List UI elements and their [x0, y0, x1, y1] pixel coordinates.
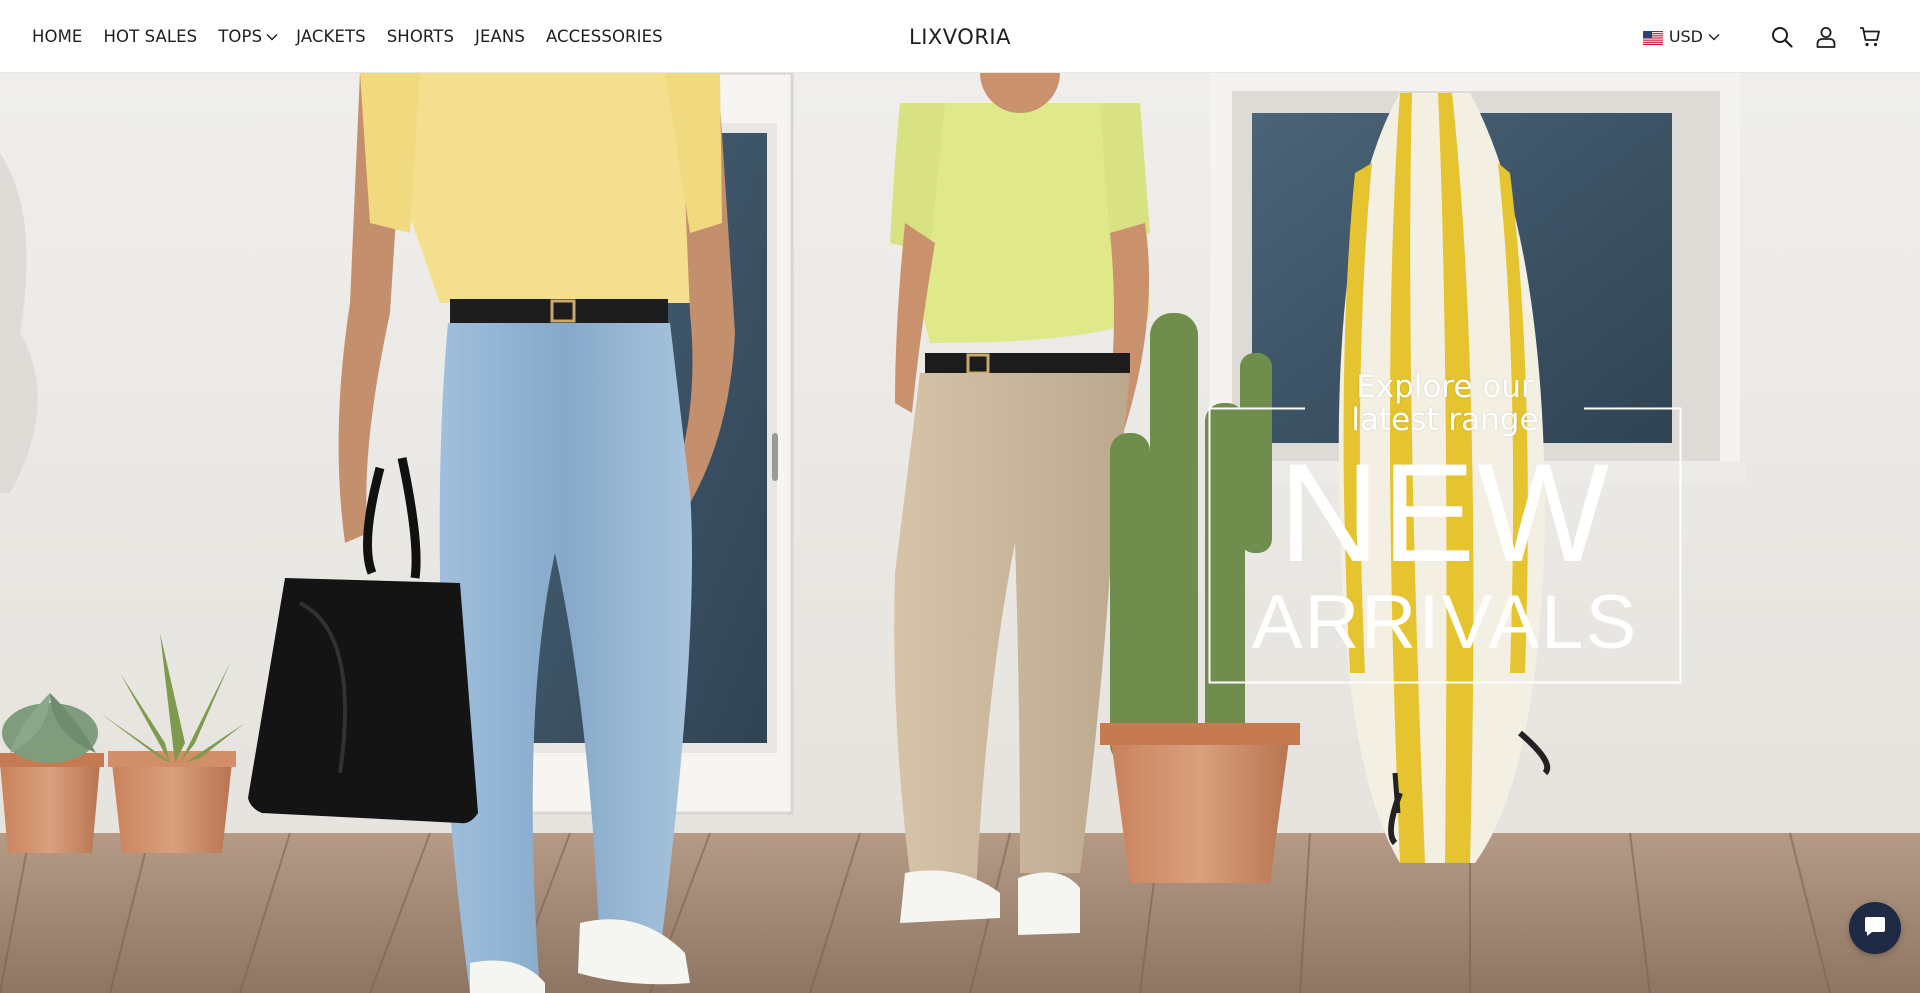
chevron-down-icon: [266, 33, 278, 41]
nav-home-label: HOME: [32, 27, 83, 46]
nav-shorts[interactable]: SHORTS: [387, 27, 454, 46]
currency-selector[interactable]: USD: [1642, 27, 1720, 46]
chat-icon: [1862, 913, 1888, 944]
nav-tops[interactable]: TOPS: [218, 27, 278, 46]
promo-headline-new: NEW: [1278, 434, 1612, 591]
currency-label: USD: [1668, 27, 1703, 46]
nav-tops-label: TOPS: [218, 27, 263, 46]
nav-shorts-label: SHORTS: [386, 27, 455, 46]
user-icon[interactable]: [1814, 25, 1838, 49]
site-header: HOME HOT SALES TOPS JACKETS SHORTS JEANS…: [0, 0, 1920, 73]
nav-jeans[interactable]: JEANS: [475, 27, 525, 46]
header-utilities: USD: [1642, 0, 1882, 73]
nav-jeans-label: JEANS: [475, 27, 525, 46]
cart-icon[interactable]: [1858, 25, 1882, 49]
promo-frame: Explore our latest range NEW ARRIVALS: [1208, 371, 1682, 684]
promo-subtitle-line2: latest range: [1351, 402, 1539, 438]
hero-banner[interactable]: Explore our latest range NEW ARRIVALS: [0, 73, 1920, 993]
site-logo[interactable]: LIXVORIA: [909, 25, 1011, 49]
chat-button[interactable]: [1849, 902, 1901, 954]
search-icon[interactable]: [1770, 25, 1794, 49]
main-nav: HOME HOT SALES TOPS JACKETS SHORTS JEANS…: [32, 0, 684, 73]
nav-jackets-label: JACKETS: [296, 27, 366, 46]
chevron-down-icon: [1708, 33, 1720, 41]
promo-headline-arrivals: ARRIVALS: [1251, 580, 1639, 665]
nav-hot-sales[interactable]: HOT SALES: [103, 27, 197, 46]
nav-hot-sales-label: HOT SALES: [103, 27, 198, 46]
nav-home[interactable]: HOME: [32, 27, 82, 46]
promo-subtitle-line1: Explore our: [1356, 369, 1534, 405]
us-flag-icon: [1642, 30, 1663, 45]
nav-accessories[interactable]: ACCESSORIES: [546, 27, 663, 46]
nav-accessories-label: ACCESSORIES: [545, 27, 663, 46]
nav-jackets[interactable]: JACKETS: [296, 27, 366, 46]
